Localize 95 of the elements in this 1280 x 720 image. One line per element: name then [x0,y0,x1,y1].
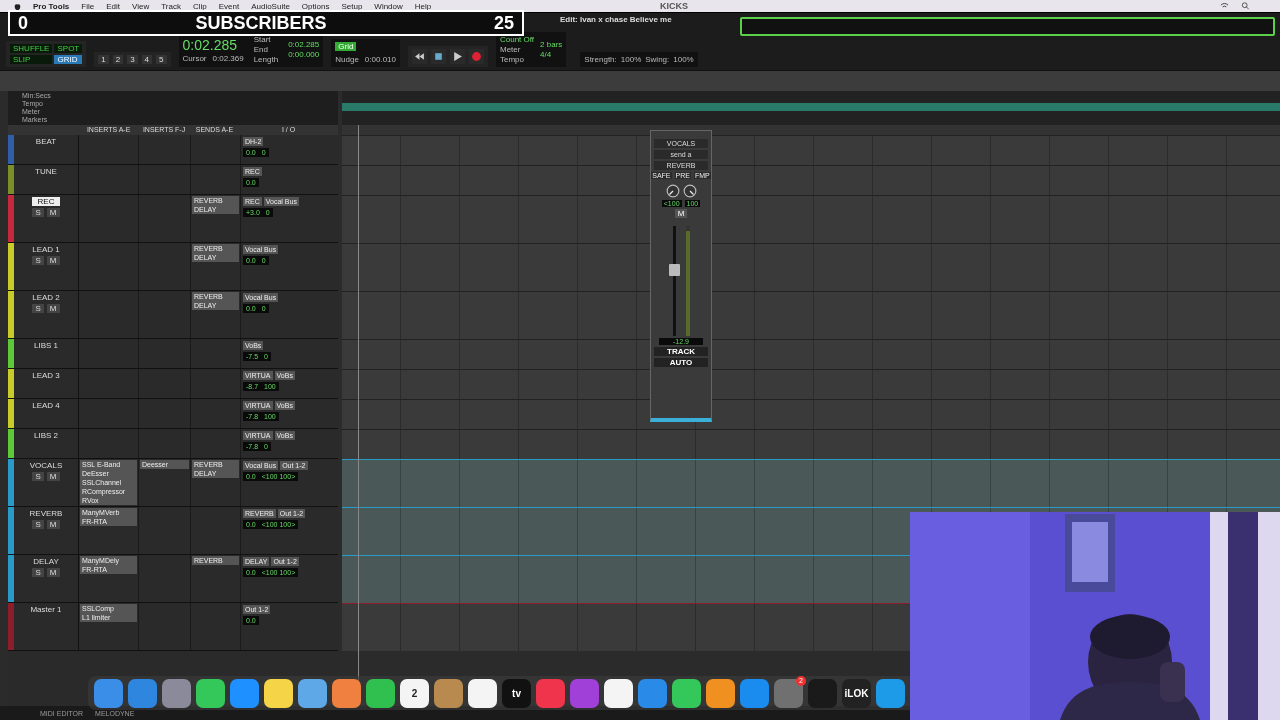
solo-mute-button[interactable]: S [32,256,44,265]
track-name[interactable]: REVERB [23,509,69,518]
track-name[interactable]: VOCALS [23,461,69,470]
fader-thumb[interactable] [668,264,680,276]
app-icon[interactable] [706,678,735,708]
app-icon[interactable] [604,678,633,708]
meter-value: 4/4 [540,50,553,59]
track-name[interactable]: Master 1 [24,605,68,614]
length-label: Length [253,55,279,64]
nudge-label: Nudge [335,55,359,64]
zoom-preset-button[interactable]: 1 [98,55,109,64]
track-name[interactable]: REC [31,197,61,206]
track-name[interactable]: LEAD 2 [26,293,66,302]
track-name[interactable]: LIBS 1 [28,341,64,350]
app-icon[interactable]: tv [502,678,531,708]
solo-mute-button[interactable]: M [46,568,60,577]
timeline-ruler[interactable] [342,91,1280,125]
solo-mute-button[interactable]: M [46,520,60,529]
menu-item[interactable]: View [132,1,150,11]
zoom-preset-button[interactable]: 3 [127,55,138,64]
meter-label: Meter [500,45,522,54]
app-icon[interactable]: iLOK [842,678,871,708]
wifi-icon[interactable] [1220,2,1229,10]
stop-icon[interactable] [431,49,446,64]
menu-item[interactable]: Setup [341,1,363,11]
edit-mode-button[interactable]: SPOT [54,44,83,53]
menu-item[interactable]: Window [374,1,403,11]
nudge-value: 0:00.010 [364,55,396,64]
pan-knob-icon[interactable] [682,184,697,198]
solo-mute-button[interactable]: S [32,472,44,481]
swing-value: 100% [673,55,694,64]
app-icon[interactable] [298,678,327,708]
menu-item[interactable]: AudioSuite [251,1,290,11]
strength-label: Strength: [584,55,617,64]
subscriber-title: SUBSCRIBERS [195,12,327,34]
window-title: Edit: Ivan x chase Believe me [560,15,672,24]
solo-mute-button[interactable]: S [32,568,44,577]
play-icon[interactable] [450,49,465,64]
app-icon[interactable] [332,678,361,708]
subscriber-start: 0 [18,12,28,34]
subscriber-goal: 25 [493,12,514,34]
cursor-value: 0:02.369 [212,53,244,63]
edit-mode-button[interactable]: SLIP [10,55,53,64]
menu-item[interactable]: Event [218,1,240,11]
solo-mute-button[interactable]: S [32,304,44,313]
solo-mute-button[interactable]: S [32,208,44,217]
swing-label: Swing: [645,55,670,64]
cursor-label: Cursor [182,53,207,63]
start-label: Start [253,35,272,44]
menu-item[interactable]: Track [161,1,181,11]
app-icon[interactable] [672,678,701,708]
track-name[interactable]: LEAD 4 [26,401,66,410]
menu-item[interactable]: File [81,1,95,11]
app-icon[interactable] [468,678,497,708]
solo-mute-button[interactable]: M [46,208,60,217]
zoom-preset-button[interactable]: 4 [141,55,153,64]
solo-mute-button[interactable]: M [46,256,60,265]
strength-value: 100% [620,55,642,64]
length-value: 0:00.000 [288,50,320,59]
main-counter: 0:02.285 [182,36,238,53]
menu-item[interactable]: Help [414,1,432,11]
app-icon[interactable] [366,678,395,708]
track-name[interactable]: TUNE [29,167,63,176]
track-label: TRACK [654,347,708,356]
app-icon[interactable] [264,678,293,708]
zoom-preset-button[interactable]: 2 [112,55,124,64]
end-value: 0:02.285 [288,40,320,49]
zoom-preset-button[interactable]: 5 [156,55,167,64]
pan-knob-icon[interactable] [665,184,680,198]
tempo-label: Tempo [500,55,525,64]
menu-item[interactable]: Edit [106,1,120,11]
menu-item[interactable]: Pro Tools [33,1,70,11]
app-icon[interactable]: 2 [400,678,429,708]
track-name[interactable]: LEAD 3 [26,371,66,380]
apple-icon[interactable] [14,1,21,11]
status-text: KICKS [660,1,688,11]
edit-mode-button[interactable]: GRID [54,55,83,64]
solo-mute-button[interactable]: M [46,304,60,313]
end-label: End [253,45,269,54]
menu-item[interactable]: Options [301,1,330,11]
search-icon[interactable] [1241,2,1250,10]
edit-mode-button[interactable]: SHUFFLE [10,44,53,53]
track-name[interactable]: LEAD 1 [26,245,66,254]
count-off-button[interactable]: Count Off [500,35,535,44]
menu-item[interactable]: Clip [192,1,207,11]
track-name[interactable]: BEAT [29,137,63,146]
solo-mute-button[interactable]: S [32,520,44,529]
mute-button[interactable]: M [674,209,688,218]
track-name[interactable]: LIBS 2 [28,431,64,440]
rewind-icon[interactable] [412,49,427,64]
solo-mute-button[interactable]: M [46,472,60,481]
app-icon[interactable] [196,678,225,708]
track-name[interactable]: DELAY [27,557,65,566]
bars-value: 2 bars [540,40,563,49]
auto-label: AUTO [654,358,708,367]
